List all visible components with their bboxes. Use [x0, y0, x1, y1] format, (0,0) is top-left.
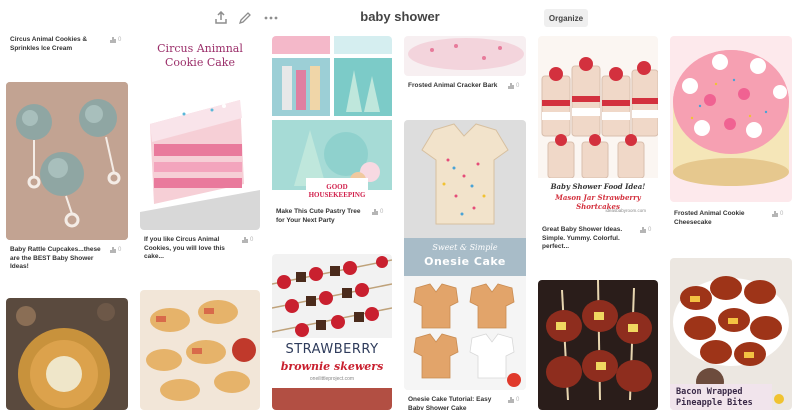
pin-brownie-skewers[interactable]: STRAWBERRY brownie skewers oneilittlepro… [272, 254, 392, 410]
image-text: brownie skewers [280, 360, 384, 373]
pin-image[interactable]: Bacon Wrapped Pineapple Bites [670, 258, 792, 410]
repin-icon [110, 247, 116, 253]
image-text: oneilittleproject.com [309, 376, 355, 382]
repin-icon [242, 237, 248, 243]
board-header: baby shower Organize [0, 0, 800, 36]
pin-pastry-dip[interactable] [6, 298, 128, 410]
pin-mason-jar-shortcakes[interactable]: Baby Shower Food Idea! Mason Jar Strawbe… [538, 36, 658, 260]
pin-caption[interactable]: Great Baby Shower Ideas. Simple. Yummy. … [542, 226, 636, 252]
pin-animal-cookie-cheesecake[interactable]: Frosted Animal Cookie Cheesecake 0 [670, 36, 792, 236]
pin-bacon-pineapple-bites[interactable]: Bacon Wrapped Pineapple Bites [670, 258, 792, 410]
pin-image[interactable] [670, 36, 792, 202]
image-text: Baby Shower Food Idea! [550, 182, 646, 191]
pin-image[interactable] [404, 36, 526, 76]
repin-count: 0 [242, 237, 253, 243]
repin-count: 0 [110, 247, 121, 253]
pin-image[interactable]: STRAWBERRY brownie skewers oneilittlepro… [272, 254, 392, 410]
upload-icon[interactable] [212, 9, 230, 27]
pin-rattle-cupcakes[interactable]: Baby Rattle Cupcakes...these are the BES… [6, 82, 128, 277]
pin-image[interactable]: Sweet & Simple Onesie Cake [404, 120, 526, 390]
pin-caption[interactable]: Baby Rattle Cupcakes...these are the BES… [10, 246, 106, 272]
image-text: ideasbabyroom.com [605, 208, 646, 213]
pin-bacon-pineapple-skewers[interactable] [538, 280, 658, 410]
repin-count: 0 [772, 211, 783, 217]
repin-icon [372, 209, 378, 215]
repin-icon [508, 83, 514, 89]
image-strip [272, 388, 392, 410]
pin-pigs-in-blanket[interactable] [140, 290, 260, 410]
pin-pastry-tree[interactable]: GOOD HOUSEKEEPING Make This Cute Pastry … [272, 36, 392, 232]
image-text: STRAWBERRY [285, 342, 379, 357]
more-icon[interactable] [262, 9, 280, 27]
pin-circus-cookie-cake[interactable]: Circus Animnal Cookie Cake If you like C… [140, 38, 260, 273]
organize-button[interactable]: Organize [544, 9, 588, 27]
repin-icon [640, 227, 646, 233]
image-text: GOOD HOUSEKEEPING [308, 183, 366, 199]
repin-count: 0 [508, 83, 519, 89]
pin-caption[interactable]: Circus Animal Cookies & Sprinkles Ice Cr… [10, 36, 102, 53]
pin-caption[interactable]: If you like Circus Animal Cookies, you w… [144, 236, 236, 262]
pin-caption[interactable]: Frosted Animal Cracker Bark [408, 82, 502, 91]
image-text: Circus Animnal [157, 42, 243, 55]
pin-image[interactable]: Circus Animnal Cookie Cake [140, 38, 260, 230]
image-banner: Bacon Wrapped Pineapple Bites [670, 384, 772, 410]
repin-icon [508, 397, 514, 403]
pin-image[interactable]: Baby Shower Food Idea! Mason Jar Strawbe… [538, 36, 658, 220]
pin-image[interactable] [140, 290, 260, 410]
image-banner: Sweet & Simple Onesie Cake [404, 238, 526, 276]
pin-caption[interactable]: Onesie Cake Tutorial: Easy Baby Shower C… [408, 396, 502, 410]
repin-count: 0 [508, 397, 519, 403]
repin-icon [772, 211, 778, 217]
repin-count: 0 [110, 37, 121, 43]
repin-count: 0 [640, 227, 651, 233]
badge-icon [774, 394, 784, 404]
pin-animal-cracker-bark[interactable]: Frosted Animal Cracker Bark 0 [404, 36, 526, 96]
pin-caption[interactable]: Frosted Animal Cookie Cheesecake [674, 210, 764, 227]
pin-image[interactable] [538, 280, 658, 410]
board-title: baby shower [360, 9, 440, 24]
repin-count: 0 [372, 209, 383, 215]
pin-image[interactable] [6, 82, 128, 240]
pin-onesie-cake[interactable]: Sweet & Simple Onesie Cake Onesie Cake T… [404, 120, 526, 410]
pin-image[interactable] [6, 298, 128, 410]
pin-caption[interactable]: Make This Cute Pastry Tree for Your Next… [276, 208, 368, 225]
edit-icon[interactable] [236, 9, 254, 27]
pin-image[interactable]: GOOD HOUSEKEEPING [272, 36, 392, 202]
image-text: Cookie Cake [164, 56, 235, 69]
repin-icon [110, 37, 116, 43]
